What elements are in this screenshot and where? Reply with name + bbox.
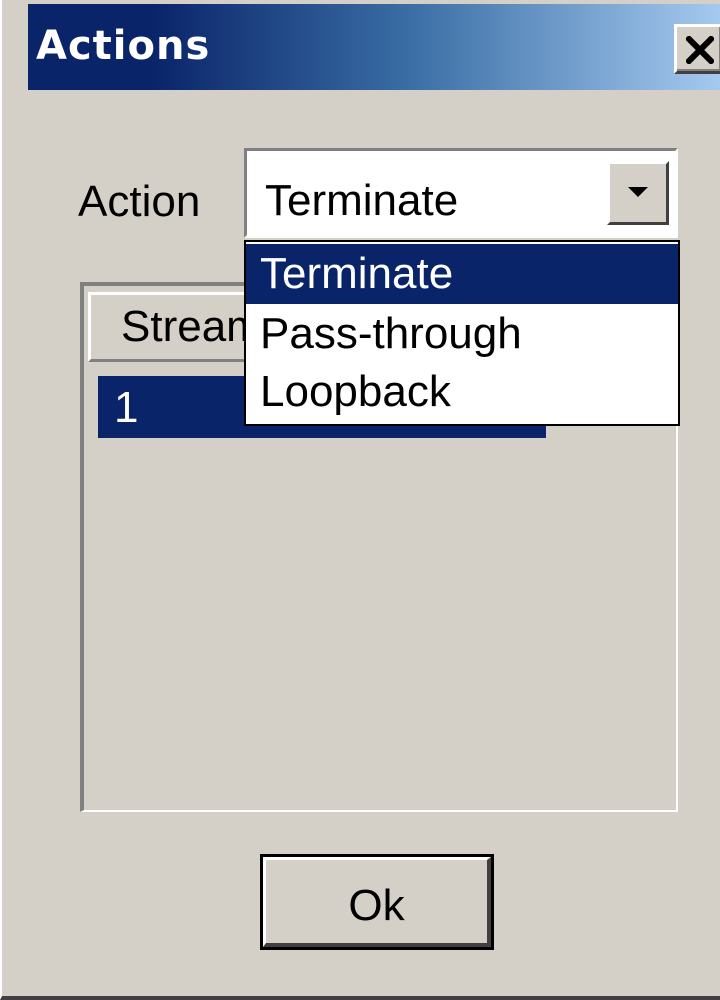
dropdown-option-terminate[interactable]: Terminate [246, 244, 678, 304]
column-header-label: Stream [121, 302, 263, 351]
action-label: Action [78, 177, 201, 226]
ok-button-face: Ok [263, 857, 491, 947]
ok-button-label: Ok [348, 881, 405, 930]
dropdown-button[interactable] [607, 161, 669, 225]
ok-button[interactable]: Ok [260, 854, 494, 950]
window-title: Actions [36, 23, 211, 69]
chevron-down-icon [628, 187, 648, 197]
dropdown-option-loopback[interactable]: Loopback [246, 362, 678, 422]
list-item-label: 1 [114, 383, 139, 432]
dropdown-option-pass-through[interactable]: Pass-through [246, 304, 678, 364]
action-combobox-value: Terminate [265, 176, 459, 225]
action-dropdown-list: Terminate Pass-through Loopback [244, 240, 680, 426]
close-icon [686, 36, 714, 64]
actions-dialog: Actions Action Terminate Stream 1 Termin… [0, 0, 720, 1000]
action-combobox[interactable]: Terminate [244, 148, 678, 238]
title-bar[interactable]: Actions [28, 4, 720, 90]
close-button[interactable] [674, 24, 720, 74]
